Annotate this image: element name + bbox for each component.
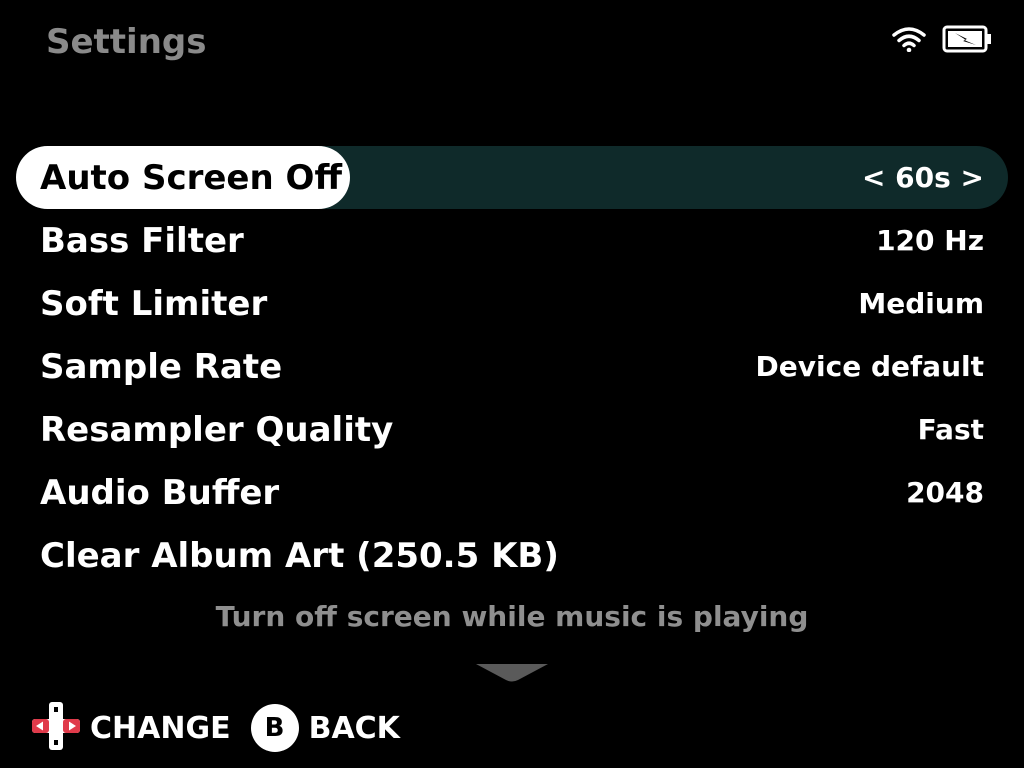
settings-item-value: 120 Hz [876, 224, 984, 257]
settings-item-value[interactable]: < 60s > [862, 161, 984, 194]
settings-item-label: Audio Buffer [40, 472, 280, 513]
setting-description: Turn off screen while music is playing [215, 600, 809, 633]
settings-item-value: Fast [917, 413, 984, 446]
settings-item-auto-screen-off[interactable]: Auto Screen Off < 60s > [16, 146, 1008, 209]
settings-item-label: Bass Filter [40, 220, 244, 261]
button-hints: CHANGE B BACK [32, 702, 408, 754]
settings-item-label: Clear Album Art (250.5 KB) [40, 535, 559, 576]
settings-item-clear-album-art[interactable]: Clear Album Art (250.5 KB) [16, 524, 1008, 587]
settings-item-label: Resampler Quality [40, 409, 394, 450]
settings-item-resampler-quality[interactable]: Resampler Quality Fast [16, 398, 1008, 461]
settings-item-audio-buffer[interactable]: Audio Buffer 2048 [16, 461, 1008, 524]
battery-charging-icon [942, 24, 992, 54]
scroll-down-icon [476, 664, 548, 686]
settings-list: Auto Screen Off < 60s > Bass Filter 120 … [16, 146, 1008, 587]
settings-screen: Settings Auto Screen Off < 60s > Bass Fi… [0, 0, 1024, 768]
settings-item-sample-rate[interactable]: Sample Rate Device default [16, 335, 1008, 398]
settings-item-soft-limiter[interactable]: Soft Limiter Medium [16, 272, 1008, 335]
wifi-icon [892, 26, 926, 52]
back-label: BACK [308, 710, 400, 746]
back-hint[interactable]: B BACK [250, 704, 400, 752]
b-button-icon: B [250, 704, 299, 752]
settings-item-label: Soft Limiter [40, 283, 268, 324]
page-title: Settings [46, 22, 207, 62]
settings-item-value: 2048 [906, 476, 984, 509]
settings-item-label: Auto Screen Off [40, 157, 342, 198]
dpad-icon [32, 702, 80, 754]
settings-item-label: Sample Rate [40, 346, 283, 387]
settings-item-bass-filter[interactable]: Bass Filter 120 Hz [16, 209, 1008, 272]
settings-item-value: Medium [858, 287, 984, 320]
status-bar [892, 24, 992, 54]
change-hint[interactable]: CHANGE [32, 702, 231, 754]
change-label: CHANGE [90, 710, 231, 746]
settings-item-value: Device default [755, 350, 984, 383]
